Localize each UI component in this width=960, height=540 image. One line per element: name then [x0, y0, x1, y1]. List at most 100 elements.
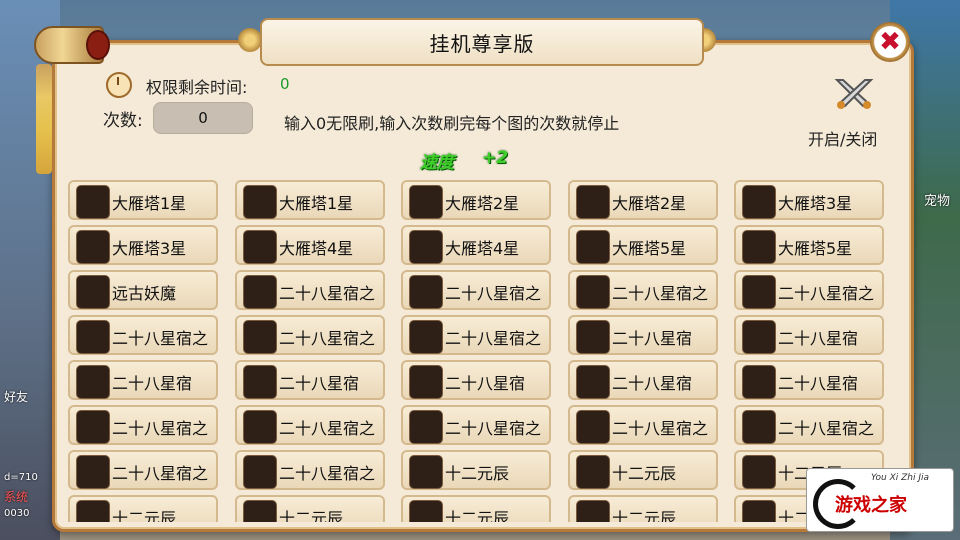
checkbox[interactable]	[742, 230, 776, 264]
dungeon-label: 十二元辰	[612, 464, 677, 483]
checkbox[interactable]	[576, 410, 610, 444]
watermark-subtitle: You Xi Zhi Jia	[871, 473, 930, 483]
dungeon-label: 二十八星宿	[445, 374, 526, 393]
toggle-label[interactable]: 开启/关闭	[808, 126, 877, 150]
dungeon-option[interactable]: 二十八星宿	[568, 315, 718, 355]
dungeon-label: 二十八星宿之	[445, 329, 542, 348]
checkbox[interactable]	[76, 455, 110, 489]
checkbox[interactable]	[76, 500, 110, 522]
checkbox[interactable]	[742, 410, 776, 444]
dungeon-option[interactable]: 二十八星宿之	[401, 315, 551, 355]
dungeon-option[interactable]: 二十八星宿	[734, 315, 884, 355]
dungeon-label: 二十八星宿之	[612, 284, 709, 303]
checkbox[interactable]	[742, 365, 776, 399]
checkbox[interactable]	[243, 320, 277, 354]
checkbox[interactable]	[742, 275, 776, 309]
system-label: 系统	[4, 490, 29, 504]
checkbox[interactable]	[576, 455, 610, 489]
checkbox[interactable]	[76, 365, 110, 399]
checkbox[interactable]	[76, 410, 110, 444]
dungeon-option[interactable]: 二十八星宿之	[235, 450, 385, 490]
checkbox[interactable]	[243, 275, 277, 309]
dungeon-option[interactable]: 十二元辰	[568, 495, 718, 522]
dungeon-option[interactable]: 十二元辰	[401, 495, 551, 522]
checkbox[interactable]	[243, 185, 277, 219]
close-icon: ✖	[879, 27, 901, 57]
dungeon-label: 二十八星宿之	[778, 419, 875, 438]
dungeon-option[interactable]: 大雁塔2星	[401, 180, 551, 220]
checkbox[interactable]	[76, 230, 110, 264]
dungeon-option[interactable]: 二十八星宿之	[235, 270, 385, 310]
dungeon-option[interactable]: 十二元辰	[68, 495, 218, 522]
checkbox[interactable]	[576, 500, 610, 522]
checkbox[interactable]	[243, 410, 277, 444]
dungeon-option[interactable]: 大雁塔4星	[235, 225, 385, 265]
dungeon-option[interactable]: 大雁塔2星	[568, 180, 718, 220]
checkbox[interactable]	[409, 185, 443, 219]
dungeon-option[interactable]: 大雁塔3星	[68, 225, 218, 265]
checkbox[interactable]	[76, 320, 110, 354]
hud-readout: d=710	[4, 472, 38, 483]
dungeon-label: 二十八星宿	[112, 374, 193, 393]
dungeon-label: 二十八星宿之	[279, 329, 376, 348]
checkbox[interactable]	[76, 275, 110, 309]
dungeon-option[interactable]: 二十八星宿	[401, 360, 551, 400]
checkbox[interactable]	[742, 500, 776, 522]
dungeon-option[interactable]: 二十八星宿之	[68, 450, 218, 490]
checkbox[interactable]	[742, 185, 776, 219]
checkbox[interactable]	[576, 365, 610, 399]
checkbox[interactable]	[409, 275, 443, 309]
checkbox[interactable]	[243, 230, 277, 264]
dungeon-option[interactable]: 二十八星宿	[235, 360, 385, 400]
dungeon-option[interactable]: 二十八星宿	[68, 360, 218, 400]
checkbox[interactable]	[742, 455, 776, 489]
dungeon-option[interactable]: 十二元辰	[401, 450, 551, 490]
hud-readout-2: 0030	[4, 508, 30, 519]
dungeon-label: 二十八星宿之	[279, 284, 376, 303]
checkbox[interactable]	[409, 320, 443, 354]
dungeon-option[interactable]: 远古妖魔	[68, 270, 218, 310]
checkbox[interactable]	[409, 455, 443, 489]
dungeon-option[interactable]: 十二元辰	[235, 495, 385, 522]
dungeon-label: 远古妖魔	[112, 284, 177, 303]
dungeon-option[interactable]: 二十八星宿之	[68, 405, 218, 445]
checkbox[interactable]	[576, 320, 610, 354]
dungeon-option[interactable]: 大雁塔1星	[235, 180, 385, 220]
dungeon-option[interactable]: 二十八星宿之	[734, 405, 884, 445]
checkbox[interactable]	[409, 500, 443, 522]
dungeon-option[interactable]: 二十八星宿之	[235, 315, 385, 355]
dungeon-option[interactable]: 二十八星宿之	[401, 405, 551, 445]
dungeon-option[interactable]: 二十八星宿	[734, 360, 884, 400]
dungeon-option[interactable]: 二十八星宿之	[401, 270, 551, 310]
dungeon-label: 二十八星宿	[778, 329, 859, 348]
dungeon-option[interactable]: 大雁塔5星	[568, 225, 718, 265]
dungeon-option[interactable]: 二十八星宿之	[68, 315, 218, 355]
dungeon-option[interactable]: 二十八星宿之	[235, 405, 385, 445]
dungeon-option[interactable]: 大雁塔4星	[401, 225, 551, 265]
dungeon-option[interactable]: 二十八星宿	[568, 360, 718, 400]
crossed-swords-icon[interactable]	[833, 76, 875, 110]
count-input[interactable]: 0	[153, 102, 253, 134]
dungeon-label: 大雁塔3星	[112, 239, 187, 258]
checkbox[interactable]	[576, 275, 610, 309]
dungeon-option[interactable]: 大雁塔5星	[734, 225, 884, 265]
dungeon-option[interactable]: 十二元辰	[568, 450, 718, 490]
checkbox[interactable]	[409, 230, 443, 264]
dungeon-option[interactable]: 二十八星宿之	[734, 270, 884, 310]
checkbox[interactable]	[409, 365, 443, 399]
checkbox[interactable]	[243, 500, 277, 522]
checkbox[interactable]	[76, 185, 110, 219]
checkbox[interactable]	[576, 185, 610, 219]
dungeon-label: 大雁塔5星	[612, 239, 687, 258]
dungeon-option[interactable]: 大雁塔3星	[734, 180, 884, 220]
checkbox[interactable]	[243, 455, 277, 489]
checkbox[interactable]	[742, 320, 776, 354]
checkbox[interactable]	[243, 365, 277, 399]
dungeon-option[interactable]: 二十八星宿之	[568, 405, 718, 445]
checkbox[interactable]	[409, 410, 443, 444]
dungeon-option[interactable]: 二十八星宿之	[568, 270, 718, 310]
dungeon-label: 十二元辰	[445, 509, 510, 522]
checkbox[interactable]	[576, 230, 610, 264]
close-button[interactable]: ✖	[870, 22, 910, 62]
dungeon-option[interactable]: 大雁塔1星	[68, 180, 218, 220]
